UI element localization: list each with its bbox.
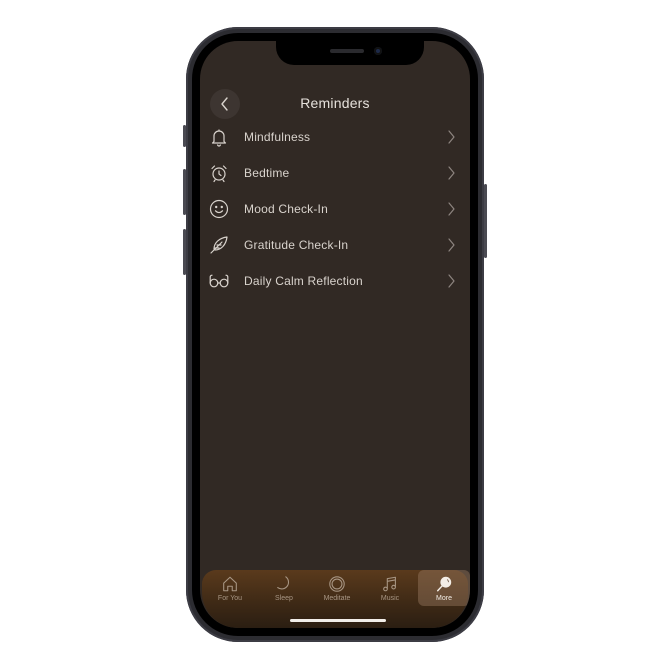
reminder-label: Gratitude Check-In — [244, 238, 349, 252]
tab-sleep[interactable]: Sleep — [258, 570, 310, 606]
tab-label: Meditate — [323, 595, 351, 602]
reminder-label: Bedtime — [244, 166, 290, 180]
reminder-label: Daily Calm Reflection — [244, 274, 363, 288]
smiley-icon — [208, 198, 230, 220]
reminder-label: Mindfulness — [244, 130, 311, 144]
chevron-right-icon — [448, 274, 455, 288]
chevron-right-icon — [448, 130, 455, 144]
power-button — [484, 184, 487, 258]
notch — [276, 41, 424, 65]
music-note-icon — [383, 576, 396, 592]
tab-label: Music — [380, 595, 400, 602]
home-indicator[interactable] — [290, 619, 386, 622]
tab-label: Sleep — [275, 595, 293, 602]
tab-label: More — [436, 595, 452, 602]
reminder-row-mindfulness[interactable]: Mindfulness — [200, 119, 470, 155]
speaker-grille — [330, 49, 364, 53]
reminder-row-mood-check-in[interactable]: Mood Check-In — [200, 191, 470, 227]
page-title: Reminders — [300, 95, 370, 111]
tab-meditate[interactable]: Meditate — [311, 570, 363, 606]
alarm-clock-icon — [208, 162, 230, 184]
glasses-icon — [208, 270, 230, 292]
chevron-right-icon — [448, 202, 455, 216]
moon-icon — [277, 576, 290, 590]
chevron-right-icon — [448, 166, 455, 180]
tab-for-you[interactable]: For You — [204, 570, 256, 606]
tab-music[interactable]: Music — [364, 570, 416, 606]
reminder-row-gratitude-check-in[interactable]: Gratitude Check-In — [200, 227, 470, 263]
tab-more[interactable]: More — [418, 570, 470, 606]
tab-bar: For You Sleep Meditate Music More — [202, 570, 470, 628]
feather-icon — [208, 234, 230, 256]
magnifier-icon — [436, 576, 452, 592]
home-icon — [223, 576, 237, 592]
circle-icon — [329, 576, 345, 592]
reminder-row-bedtime[interactable]: Bedtime — [200, 155, 470, 191]
bell-icon — [208, 126, 230, 148]
reminder-label: Mood Check-In — [244, 202, 328, 216]
phone-frame: Reminders Mindfulness Bedtime Mood Check… — [186, 27, 484, 642]
chevron-right-icon — [448, 238, 455, 252]
app-screen: Reminders Mindfulness Bedtime Mood Check… — [200, 41, 470, 628]
reminders-list: Mindfulness Bedtime Mood Check-In Gratit… — [200, 119, 470, 299]
tab-label: For You — [217, 595, 243, 602]
camera-icon — [374, 47, 382, 55]
reminder-row-daily-calm-reflection[interactable]: Daily Calm Reflection — [200, 263, 470, 299]
